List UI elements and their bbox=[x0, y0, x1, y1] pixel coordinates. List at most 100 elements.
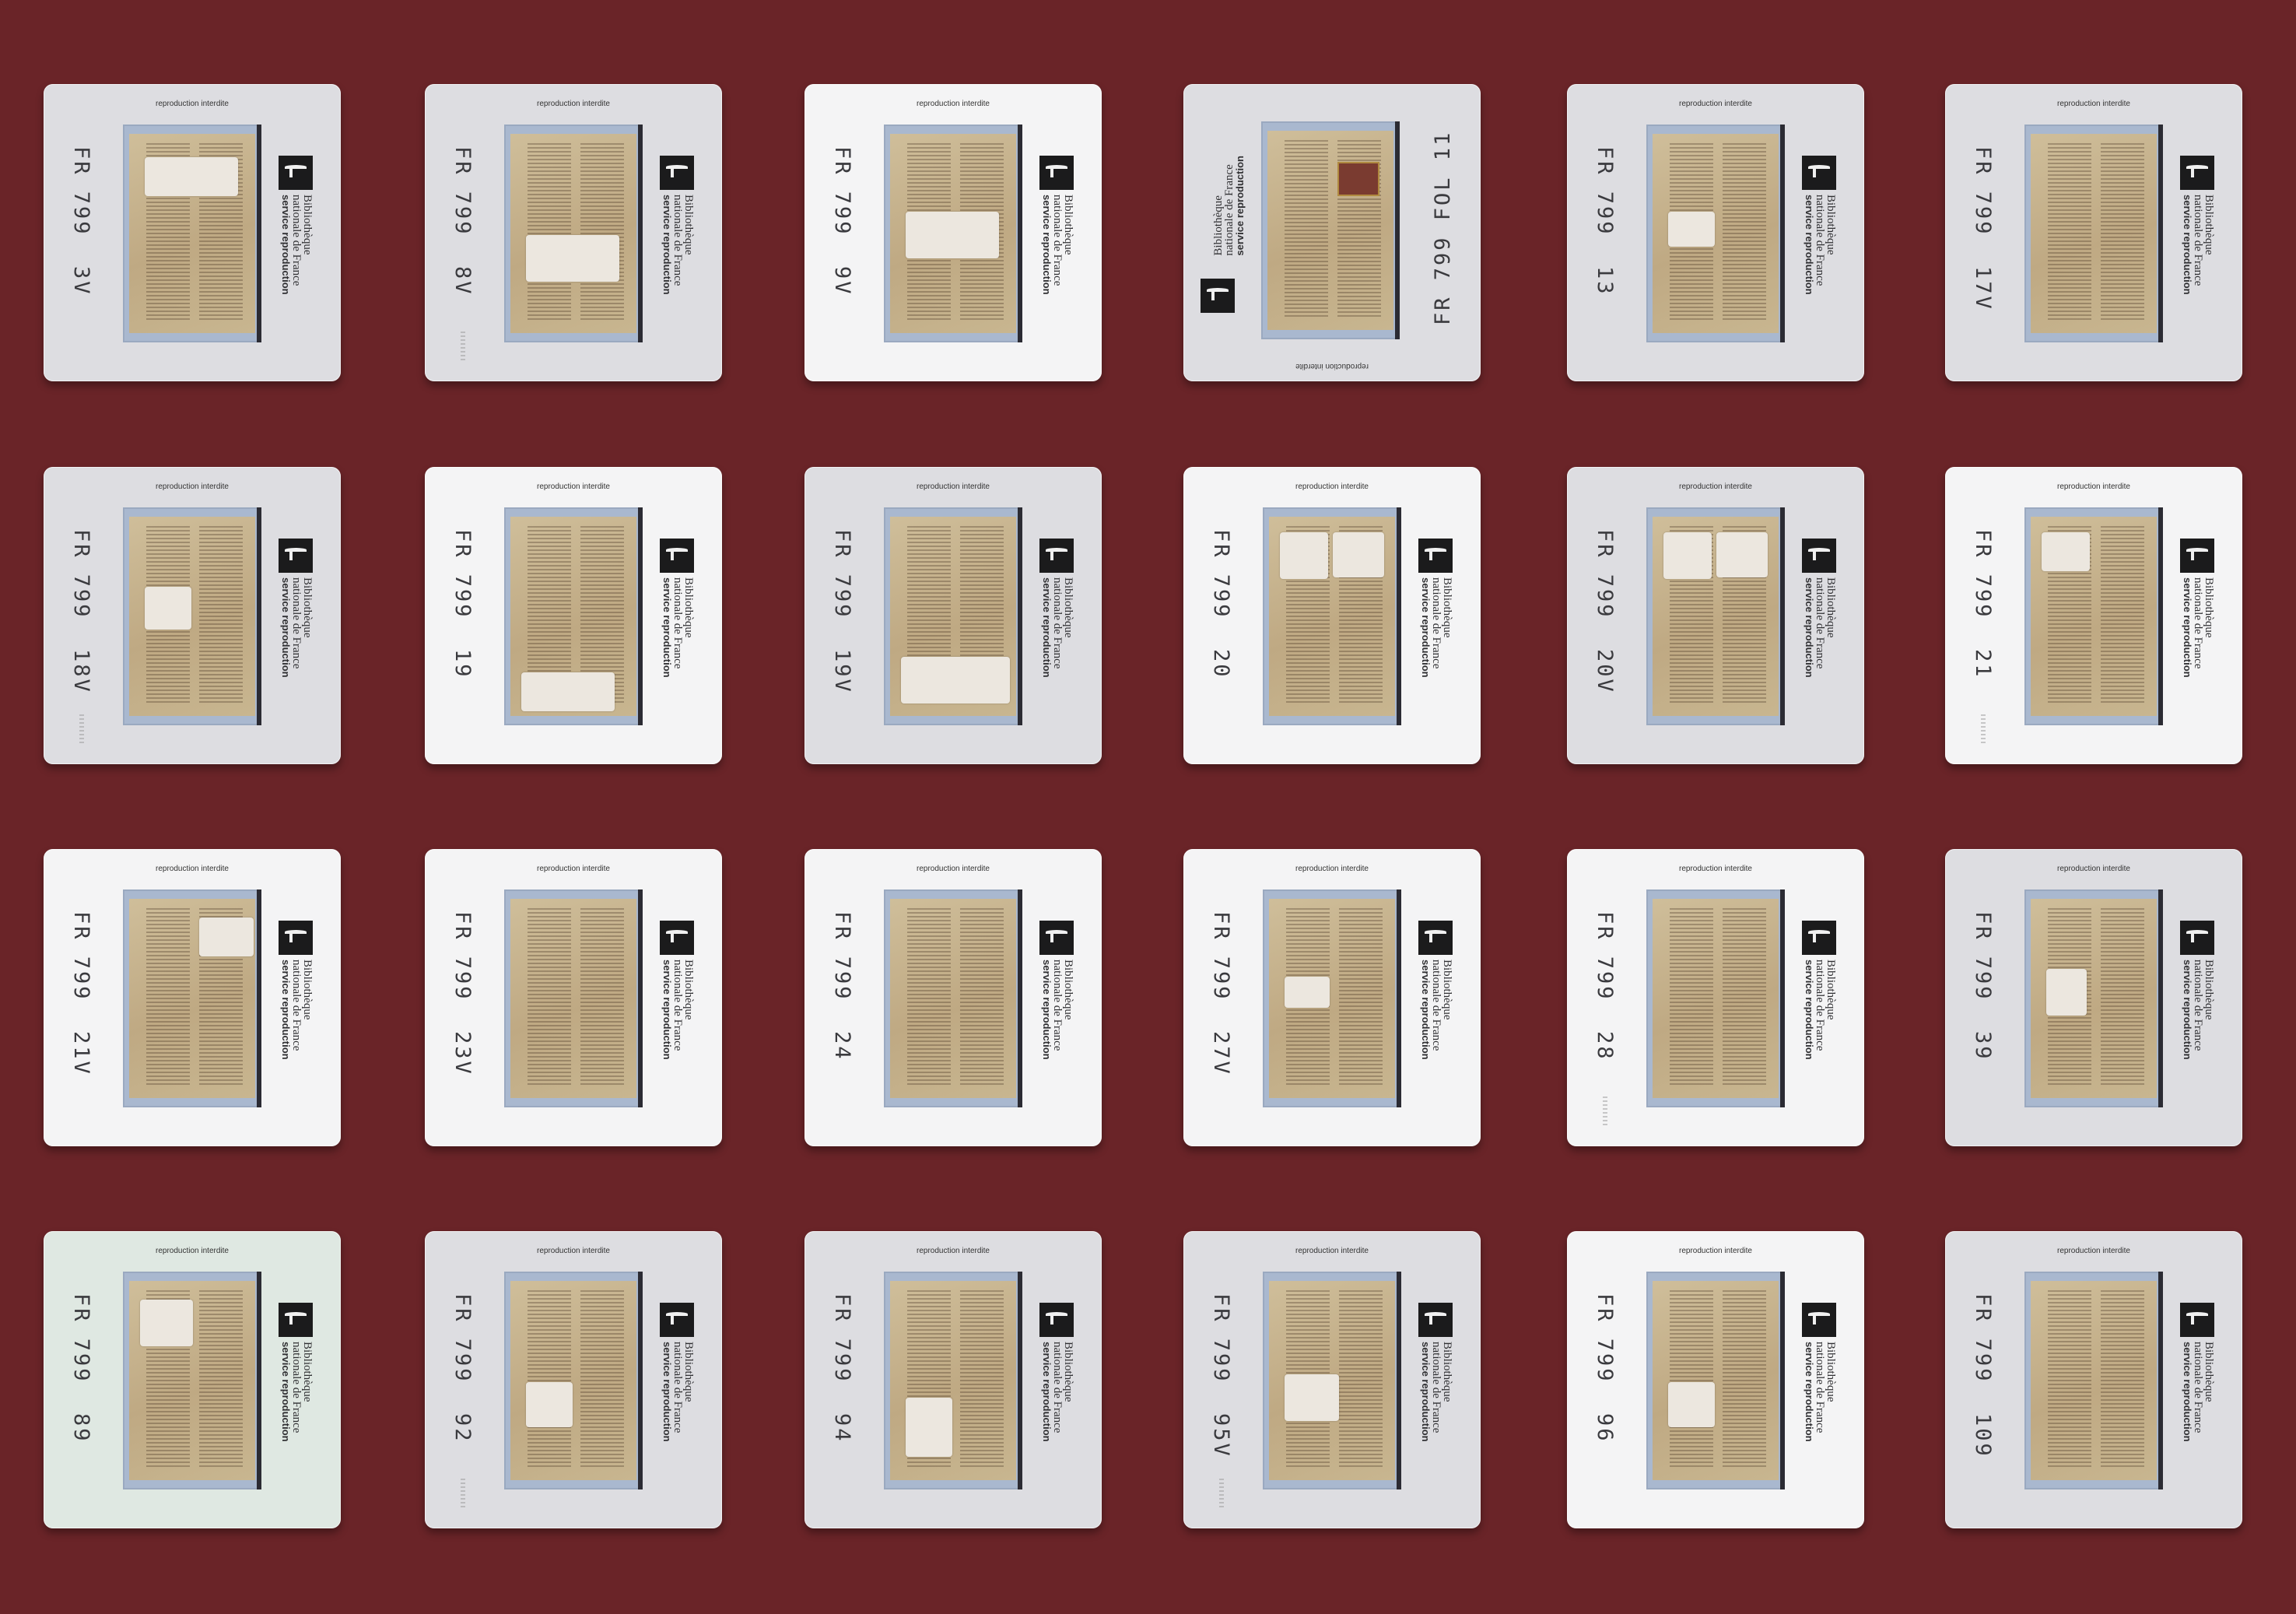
agency-line: Bibliothèque bbox=[1062, 1342, 1074, 1402]
reproduction-notice: reproduction interdite bbox=[1295, 482, 1369, 491]
manuscript-page bbox=[2031, 899, 2157, 1098]
agency-line: service reproduction bbox=[1420, 1342, 1432, 1442]
agency-line: service reproduction bbox=[280, 1342, 292, 1442]
manuscript-page bbox=[890, 517, 1016, 716]
blanked-miniature bbox=[2046, 969, 2087, 1016]
frame-edge bbox=[2158, 125, 2163, 342]
slide-window bbox=[2024, 125, 2163, 342]
slide-window bbox=[123, 507, 261, 725]
frame-edge bbox=[1018, 507, 1022, 725]
agency-text: Bibliothèque nationale de France service r… bbox=[661, 577, 695, 678]
manuscript-page bbox=[890, 899, 1016, 1098]
reproduction-notice: reproduction interdite bbox=[1295, 362, 1369, 370]
text-column bbox=[199, 1290, 243, 1468]
agency-line: service reproduction bbox=[2182, 577, 2193, 678]
agency-line: Bibliothèque bbox=[1062, 577, 1074, 638]
scratch-mark bbox=[1219, 1479, 1224, 1510]
agency-line: Bibliothèque bbox=[682, 1342, 695, 1402]
text-column bbox=[2101, 526, 2144, 703]
agency-text: Bibliothèque nationale de France service r… bbox=[661, 960, 695, 1060]
text-column bbox=[1723, 908, 1766, 1086]
agency-line: nationale de France bbox=[1814, 960, 1826, 1051]
reproduction-notice: reproduction interdite bbox=[1679, 100, 1752, 108]
film-slide: reproduction interdite FR 799 94 Bibliothè… bbox=[804, 1231, 1102, 1528]
text-column bbox=[960, 908, 1004, 1086]
shelfmark-label: FR 799 92 bbox=[450, 1293, 475, 1444]
film-slide: reproduction interdite FR 799 13 Bibliothè… bbox=[1567, 84, 1864, 381]
bnf-logo-icon bbox=[660, 539, 694, 573]
slide-window bbox=[504, 1272, 643, 1489]
manuscript-page bbox=[1269, 517, 1395, 716]
manuscript-page bbox=[1269, 1281, 1395, 1480]
agency-text: Bibliothèque nationale de France service r… bbox=[1420, 1342, 1453, 1442]
reproduction-notice: reproduction interdite bbox=[2057, 1247, 2130, 1255]
reproduction-notice: reproduction interdite bbox=[917, 482, 990, 491]
reproduction-notice: reproduction interdite bbox=[537, 482, 610, 491]
film-slide: reproduction interdite FR 799 109 Biblioth… bbox=[1945, 1231, 2242, 1528]
bnf-logo-icon bbox=[1418, 921, 1453, 955]
agency-line: nationale de France bbox=[2192, 960, 2204, 1051]
agency-line: service reproduction bbox=[1041, 1342, 1053, 1442]
film-slide: reproduction interdite FR 799 96 Bibliothè… bbox=[1567, 1231, 1864, 1528]
bnf-logo-icon bbox=[2180, 1303, 2214, 1337]
slide-window bbox=[504, 125, 643, 342]
agency-line: nationale de France bbox=[290, 577, 303, 669]
shelfmark-label: FR 799 FOL 11 bbox=[1431, 130, 1455, 325]
frame-edge bbox=[1395, 121, 1400, 339]
manuscript-page bbox=[1653, 1281, 1779, 1480]
reproduction-notice: reproduction interdite bbox=[1679, 865, 1752, 873]
manuscript-page bbox=[1653, 517, 1779, 716]
manuscript-page bbox=[1653, 899, 1779, 1098]
film-slide: reproduction interdite FR 799 19 Bibliothè… bbox=[425, 467, 722, 764]
text-column bbox=[528, 908, 571, 1086]
film-slide: reproduction interdite FR 799 17V Biblioth… bbox=[1945, 84, 2242, 381]
agency-text: Bibliothèque nationale de France service r… bbox=[1041, 577, 1074, 678]
agency-line: Bibliothèque bbox=[1825, 195, 1837, 255]
shelfmark-label: FR 799 9V bbox=[830, 146, 854, 296]
agency-text: Bibliothèque nationale de France service r… bbox=[2182, 195, 2215, 295]
agency-line: service reproduction bbox=[1803, 195, 1815, 295]
frame-edge bbox=[257, 1272, 261, 1489]
reproduction-notice: reproduction interdite bbox=[1295, 865, 1369, 873]
film-slide: reproduction interdite FR 799 3V Bibliothè… bbox=[44, 84, 341, 381]
text-column bbox=[199, 526, 243, 703]
agency-line: service reproduction bbox=[1041, 195, 1053, 295]
slide-window bbox=[884, 889, 1022, 1107]
slide-window bbox=[1646, 1272, 1785, 1489]
text-column bbox=[1339, 908, 1383, 1086]
bnf-logo-icon bbox=[1802, 539, 1836, 573]
agency-line: Bibliothèque bbox=[682, 960, 695, 1020]
manuscript-page bbox=[1267, 131, 1393, 330]
slide-window bbox=[884, 125, 1022, 342]
agency-line: service reproduction bbox=[661, 577, 673, 678]
agency-line: nationale de France bbox=[1430, 1342, 1442, 1433]
agency-line: nationale de France bbox=[290, 1342, 303, 1433]
film-slide: reproduction interdite FR 799 20 Bibliothè… bbox=[1183, 467, 1481, 764]
agency-line: nationale de France bbox=[1051, 960, 1064, 1051]
shelfmark-label: FR 799 18V bbox=[69, 529, 93, 694]
reproduction-notice: reproduction interdite bbox=[537, 100, 610, 108]
blanked-miniature bbox=[145, 587, 191, 630]
agency-line: Bibliothèque bbox=[1441, 960, 1453, 1020]
film-slide: reproduction interdite FR 799 92 Bibliothè… bbox=[425, 1231, 722, 1528]
agency-text: Bibliothèque nationale de France service r… bbox=[1041, 195, 1074, 295]
slide-window bbox=[1646, 889, 1785, 1107]
slide-window bbox=[1263, 1272, 1401, 1489]
scratch-mark bbox=[461, 332, 465, 363]
agency-line: service reproduction bbox=[280, 577, 292, 678]
film-slide: reproduction interdite FR 799 39 Bibliothè… bbox=[1945, 849, 2242, 1146]
slide-window bbox=[2024, 1272, 2163, 1489]
agency-line: nationale de France bbox=[1430, 960, 1442, 1051]
blanked-miniature bbox=[1668, 1382, 1715, 1427]
frame-edge bbox=[1018, 125, 1022, 342]
manuscript-page bbox=[890, 134, 1016, 333]
agency-text: Bibliothèque nationale de France service r… bbox=[1803, 1342, 1837, 1442]
film-slide: reproduction interdite FR 799 23V Biblioth… bbox=[425, 849, 722, 1146]
reproduction-notice: reproduction interdite bbox=[537, 865, 610, 873]
reproduction-notice: reproduction interdite bbox=[156, 100, 229, 108]
frame-edge bbox=[1397, 889, 1401, 1107]
agency-line: service reproduction bbox=[2182, 195, 2193, 295]
frame-edge bbox=[638, 889, 643, 1107]
frame-edge bbox=[257, 125, 261, 342]
shelfmark-label: FR 799 94 bbox=[830, 1293, 854, 1444]
